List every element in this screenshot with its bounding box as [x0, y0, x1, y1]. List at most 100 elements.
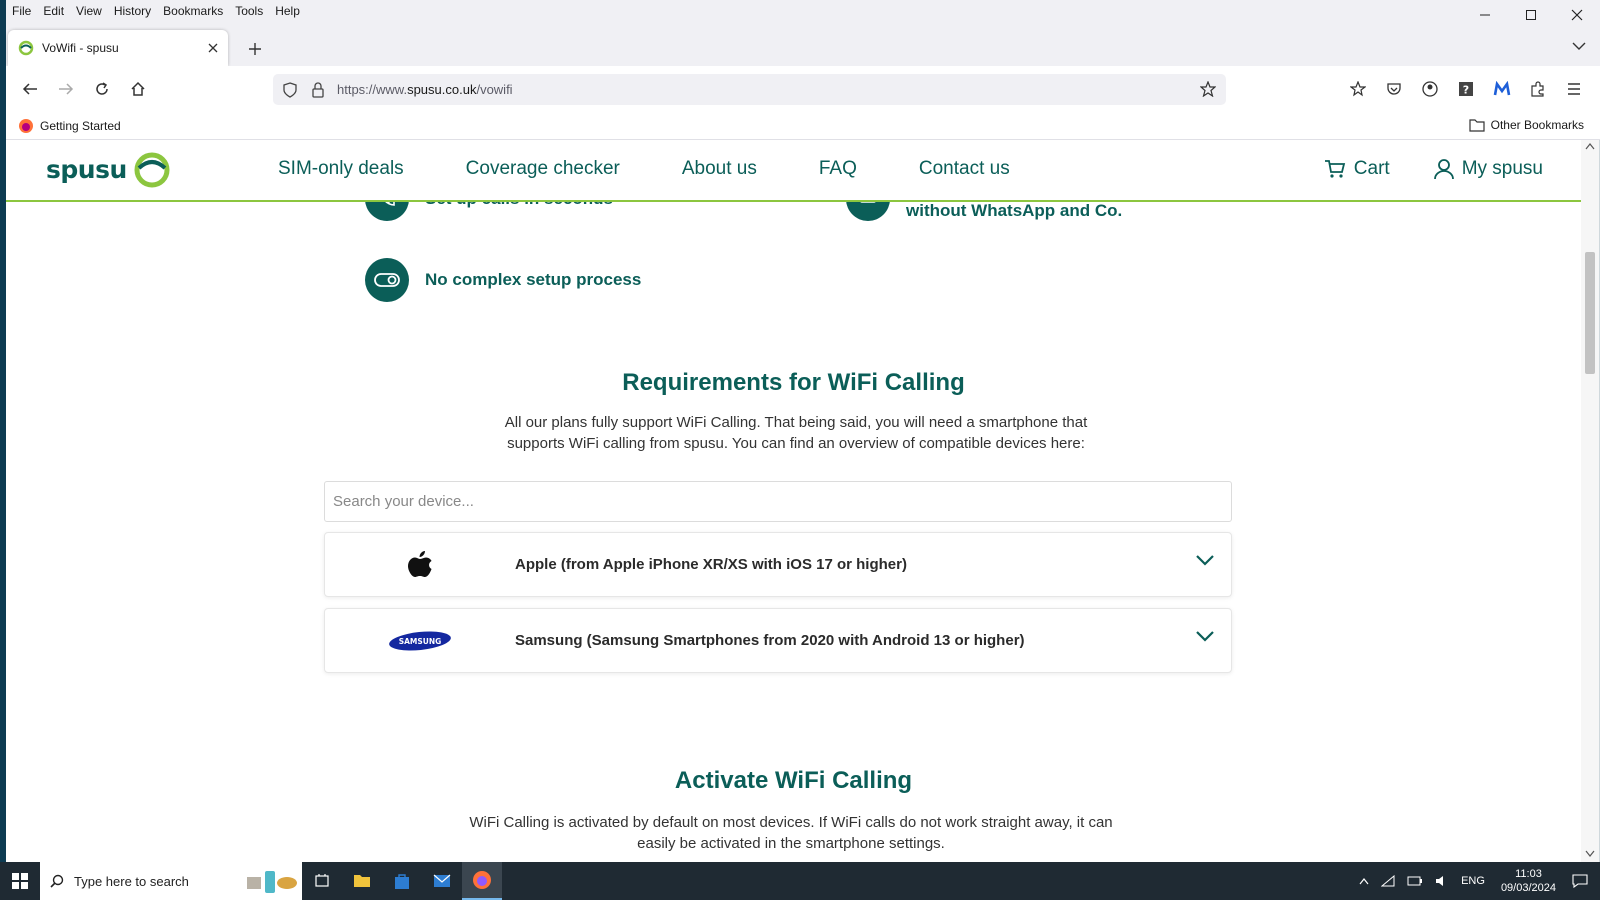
cart-label: Cart	[1353, 158, 1390, 179]
travel-icon	[247, 871, 297, 893]
address-bar[interactable]: https://www.spusu.co.uk/vowifi	[273, 74, 1226, 105]
extensions-button[interactable]	[1524, 74, 1552, 104]
store-icon	[395, 874, 409, 889]
maximize-icon	[1526, 10, 1536, 20]
arrow-right-icon	[59, 83, 74, 95]
firefox-icon	[19, 118, 33, 133]
url-text: https://www.spusu.co.uk/vowifi	[337, 82, 513, 97]
feature-text: without WhatsApp and Co.	[906, 201, 1123, 220]
start-button[interactable]	[0, 862, 40, 900]
menu-view[interactable]: View	[70, 4, 108, 18]
other-bookmarks-label: Other Bookmarks	[1490, 118, 1584, 132]
malwarebytes-icon	[1493, 81, 1511, 96]
menu-tools[interactable]: Tools	[229, 4, 269, 18]
page-scrollbar[interactable]	[1581, 140, 1599, 862]
folder-icon	[1469, 119, 1485, 132]
other-bookmarks[interactable]: Other Bookmarks	[1469, 118, 1584, 132]
reload-button[interactable]	[86, 73, 118, 105]
cart-icon	[1324, 160, 1345, 178]
page-viewport: Set up calls in seconds without WhatsApp…	[6, 140, 1581, 862]
back-button[interactable]	[14, 73, 46, 105]
scroll-down-icon[interactable]	[1585, 850, 1595, 858]
account-button[interactable]	[1416, 74, 1444, 104]
nav-contact-us[interactable]: Contact us	[919, 158, 1010, 180]
puzzle-icon	[1531, 81, 1544, 97]
bookmarks-toolbar: Getting Started Other Bookmarks	[6, 112, 1600, 140]
home-icon	[131, 81, 145, 96]
menu-history[interactable]: History	[108, 4, 157, 18]
clock-date: 09/03/2024	[1500, 882, 1556, 894]
spusu-logo-icon	[134, 152, 170, 188]
question-icon: ?	[1459, 82, 1473, 97]
tab-strip: VoWifi - spusu	[6, 22, 1600, 66]
arrow-left-icon	[22, 83, 37, 95]
nav-coverage-checker[interactable]: Coverage checker	[466, 158, 620, 180]
taskbar-clock[interactable]: 11:03 09/03/2024	[1501, 867, 1556, 895]
my-spusu-link[interactable]: My spusu	[1433, 158, 1543, 180]
store-button[interactable]	[382, 862, 422, 900]
menu-edit[interactable]: Edit	[37, 4, 70, 18]
main-navigation: SIM-only deals Coverage checker About us…	[278, 158, 1072, 180]
home-button[interactable]	[122, 73, 154, 105]
windows-taskbar: Type here to search ENG 11:03 09/03/2024	[0, 862, 1600, 900]
spusu-favicon-icon	[18, 40, 34, 56]
menu-bookmarks[interactable]: Bookmarks	[157, 4, 229, 18]
pocket-button[interactable]	[1380, 74, 1408, 104]
help-extension-button[interactable]: ?	[1452, 74, 1480, 104]
cart-link[interactable]: Cart	[1324, 158, 1390, 180]
forward-button[interactable]	[50, 73, 82, 105]
search-highlight-image	[240, 862, 302, 900]
device-search-input[interactable]	[324, 481, 1232, 522]
nav-about-us[interactable]: About us	[682, 158, 757, 180]
user-icon	[1433, 159, 1454, 180]
menu-file[interactable]: File	[6, 4, 37, 18]
reload-icon	[96, 82, 108, 95]
file-explorer-button[interactable]	[342, 862, 382, 900]
bookmark-label: Getting Started	[40, 118, 121, 133]
bookmark-star-icon[interactable]	[1200, 81, 1216, 97]
svg-text:?: ?	[1463, 84, 1469, 97]
nav-faq[interactable]: FAQ	[819, 158, 857, 180]
bookmarks-menu-button[interactable]	[1344, 74, 1372, 104]
nav-sim-only-deals[interactable]: SIM-only deals	[278, 158, 404, 180]
scroll-up-icon[interactable]	[1585, 142, 1595, 150]
battery-icon[interactable]	[1407, 876, 1423, 886]
requirements-title: Requirements for WiFi Calling	[622, 369, 965, 396]
close-tab-icon[interactable]	[208, 43, 218, 53]
spusu-logo[interactable]: spusu	[46, 148, 173, 190]
scrollbar-thumb[interactable]	[1585, 252, 1595, 374]
bookmark-getting-started[interactable]: Getting Started	[18, 118, 121, 134]
tab-title: VoWifi - spusu	[42, 41, 119, 55]
account-icon	[1422, 81, 1438, 97]
device-row-apple[interactable]: Apple (from Apple iPhone XR/XS with iOS …	[324, 532, 1232, 597]
taskbar-search[interactable]: Type here to search	[40, 862, 240, 900]
new-tab-button[interactable]	[242, 36, 268, 62]
task-view-icon	[315, 874, 329, 887]
firefox-taskbar-button[interactable]	[462, 862, 502, 900]
tab-vowifi[interactable]: VoWifi - spusu	[8, 30, 228, 66]
toggle-icon	[365, 258, 409, 302]
requirements-text: All our plans fully support WiFi Calling…	[504, 414, 1088, 452]
clock-time: 11:03	[1515, 868, 1542, 880]
notifications-icon[interactable]	[1572, 874, 1588, 888]
lock-icon	[312, 81, 324, 98]
logo-text: spusu	[46, 154, 127, 184]
language-indicator[interactable]: ENG	[1461, 875, 1485, 887]
task-view-button[interactable]	[302, 862, 342, 900]
minimize-icon	[1480, 14, 1490, 16]
volume-icon[interactable]	[1435, 875, 1449, 887]
malwarebytes-button[interactable]	[1488, 74, 1516, 104]
search-icon	[50, 874, 64, 888]
star-shelf-icon	[1350, 81, 1366, 97]
list-all-tabs-button[interactable]	[1572, 38, 1586, 56]
app-menu-button[interactable]	[1560, 74, 1588, 104]
mail-button[interactable]	[422, 862, 462, 900]
menu-help[interactable]: Help	[269, 4, 306, 18]
hamburger-icon	[1568, 83, 1580, 95]
tray-expand-icon[interactable]	[1359, 877, 1369, 885]
chevron-down-icon[interactable]	[1195, 553, 1215, 567]
device-row-samsung[interactable]: SAMSUNG Samsung (Samsung Smartphones fro…	[324, 608, 1232, 673]
chevron-down-icon[interactable]	[1195, 629, 1215, 643]
device-label: Samsung (Samsung Smartphones from 2020 w…	[515, 632, 1025, 649]
network-icon[interactable]	[1381, 875, 1395, 887]
